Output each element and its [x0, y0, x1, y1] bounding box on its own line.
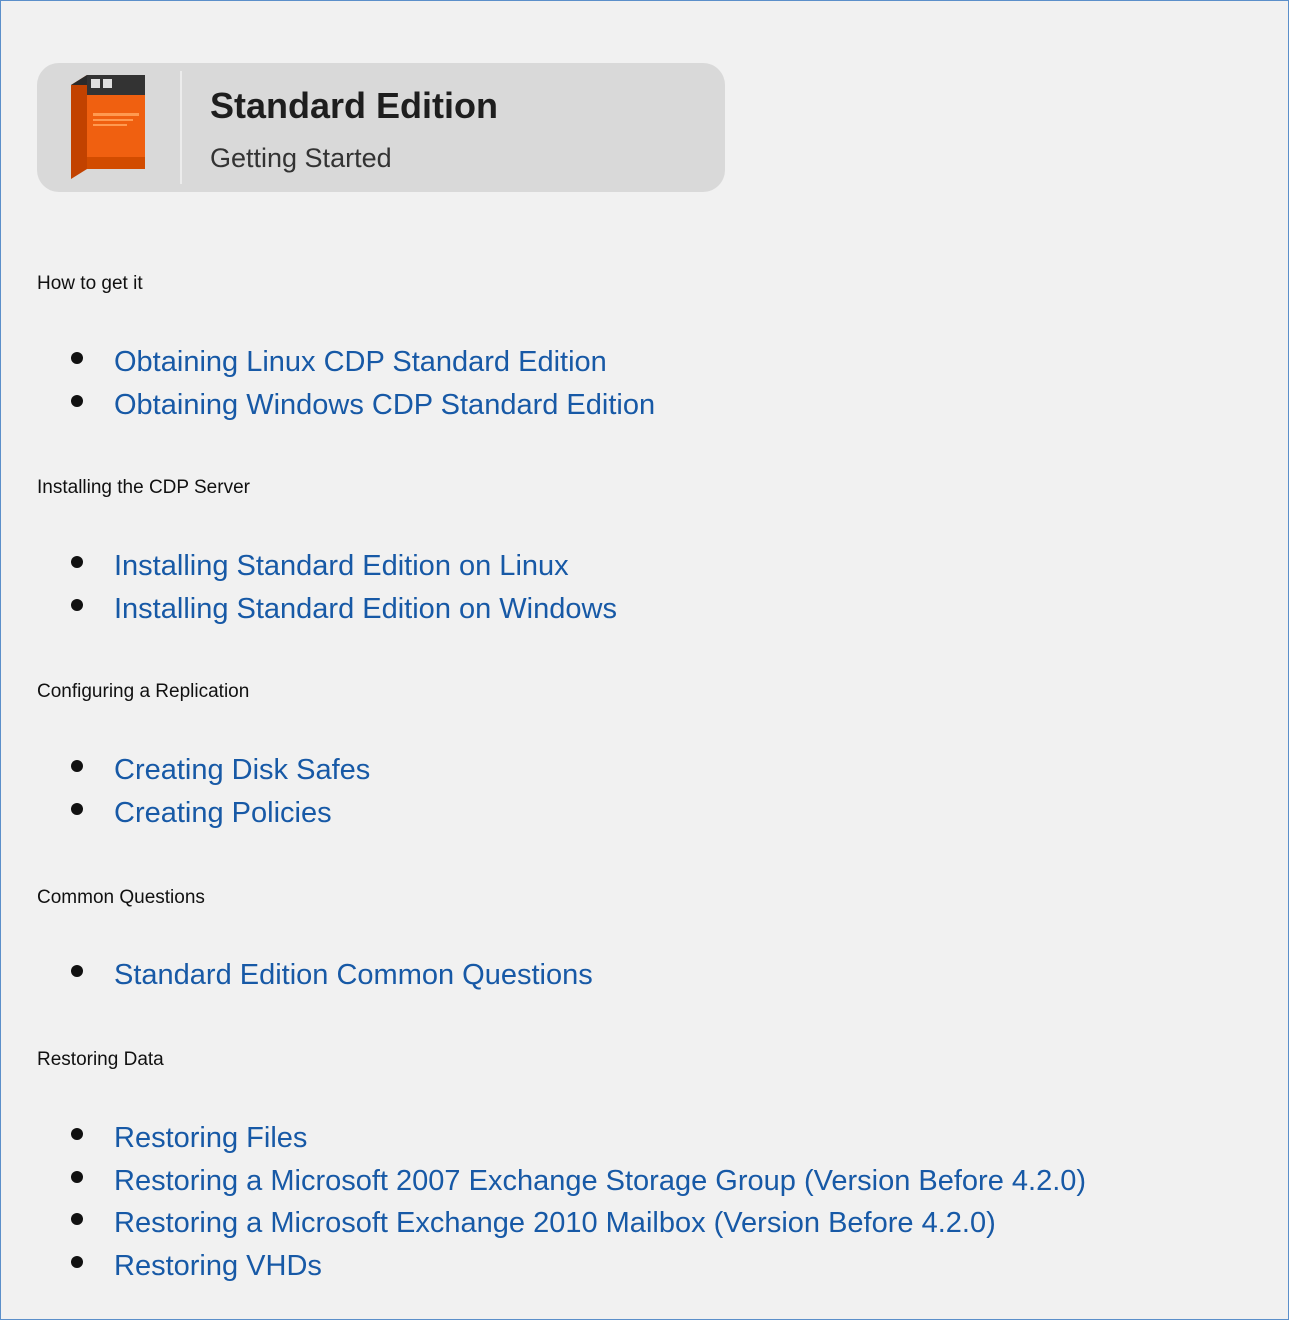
link-restoring-exchange-2007[interactable]: Restoring a Microsoft 2007 Exchange Stor…	[114, 1160, 1086, 1203]
bullet-icon	[71, 802, 83, 815]
bullet-icon	[71, 1170, 83, 1183]
bullet-icon	[71, 760, 83, 772]
link-creating-disk-safes[interactable]: Creating Disk Safes	[114, 749, 370, 792]
link-restoring-exchange-2010[interactable]: Restoring a Microsoft Exchange 2010 Mail…	[114, 1202, 996, 1245]
bullet-icon	[71, 352, 83, 364]
link-common-questions[interactable]: Standard Edition Common Questions	[114, 954, 593, 997]
link-installing-linux[interactable]: Installing Standard Edition on Linux	[114, 545, 569, 588]
section-heading-installing: Installing the CDP Server	[37, 477, 250, 498]
link-creating-policies[interactable]: Creating Policies	[114, 792, 332, 835]
product-box-icon	[71, 75, 145, 179]
page-title: Standard Edition	[210, 85, 498, 126]
link-obtaining-linux[interactable]: Obtaining Linux CDP Standard Edition	[114, 341, 607, 384]
link-restoring-vhds[interactable]: Restoring VHDs	[114, 1245, 322, 1288]
link-restoring-files[interactable]: Restoring Files	[114, 1117, 307, 1160]
bullet-icon	[71, 1255, 83, 1268]
section-heading-how-to-get-it: How to get it	[37, 273, 143, 294]
bullet-icon	[71, 394, 83, 407]
edition-banner: Standard Edition Getting Started	[37, 63, 725, 192]
content-panel: Standard Edition Getting Started How to …	[0, 0, 1289, 1320]
link-obtaining-windows[interactable]: Obtaining Windows CDP Standard Edition	[114, 384, 655, 427]
link-installing-windows[interactable]: Installing Standard Edition on Windows	[114, 588, 617, 631]
section-heading-common-questions: Common Questions	[37, 887, 205, 908]
banner-divider	[180, 71, 182, 184]
page-subtitle: Getting Started	[210, 143, 392, 173]
bullet-icon	[71, 1128, 83, 1140]
bullet-icon	[71, 598, 83, 611]
bullet-icon	[71, 965, 83, 977]
bullet-icon	[71, 1213, 83, 1225]
bullet-icon	[71, 556, 83, 568]
section-heading-configuring: Configuring a Replication	[37, 681, 250, 702]
section-heading-restoring: Restoring Data	[37, 1049, 164, 1070]
